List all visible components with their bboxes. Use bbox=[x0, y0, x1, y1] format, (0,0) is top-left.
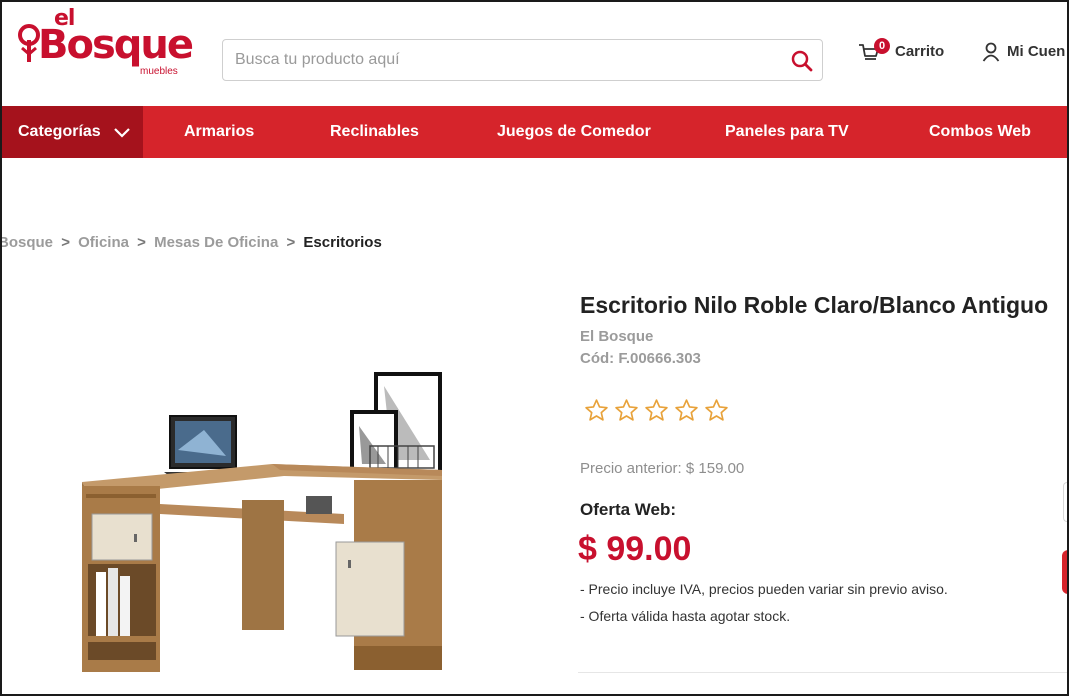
section-divider bbox=[578, 672, 1067, 673]
cart-count-badge: 0 bbox=[874, 38, 890, 54]
star-outline-icon[interactable] bbox=[584, 398, 609, 423]
product-brand[interactable]: El Bosque bbox=[580, 328, 653, 345]
breadcrumb-separator: > bbox=[137, 234, 146, 251]
previous-price: Precio anterior: $ 159.00 bbox=[580, 460, 745, 477]
nav-item-combos-web[interactable]: Combos Web bbox=[929, 123, 1031, 141]
star-outline-icon[interactable] bbox=[704, 398, 729, 423]
rating-stars[interactable] bbox=[584, 398, 729, 423]
star-outline-icon[interactable] bbox=[674, 398, 699, 423]
categories-menu-button[interactable]: Categorías bbox=[2, 106, 143, 158]
offer-label: Oferta Web: bbox=[580, 500, 677, 519]
breadcrumb-item[interactable]: Oficina bbox=[78, 234, 129, 251]
price-note-iva: - Precio incluye IVA, precios pueden var… bbox=[580, 581, 948, 597]
logo-sub-text: muebles bbox=[140, 66, 178, 77]
nav-item-armarios[interactable]: Armarios bbox=[184, 123, 254, 141]
main-nav: Categorías Armarios Reclinables Juegos d… bbox=[2, 106, 1067, 158]
star-outline-icon[interactable] bbox=[614, 398, 639, 423]
categories-label: Categorías bbox=[18, 123, 101, 140]
product-title: Escritorio Nilo Roble Claro/Blanco Antig… bbox=[580, 292, 1049, 318]
product-image[interactable] bbox=[74, 364, 454, 680]
nav-item-reclinables[interactable]: Reclinables bbox=[330, 123, 419, 141]
offer-price: $ 99.00 bbox=[578, 530, 692, 568]
star-outline-icon[interactable] bbox=[644, 398, 669, 423]
site-header: el Bosque muebles 0 Carrito Mi Cuen bbox=[2, 2, 1067, 106]
breadcrumb-separator: > bbox=[61, 234, 70, 251]
breadcrumb-current: Escritorios bbox=[303, 234, 382, 251]
search-icon[interactable] bbox=[790, 49, 814, 73]
chevron-down-icon bbox=[114, 128, 130, 138]
nav-item-juegos-de-comedor[interactable]: Juegos de Comedor bbox=[497, 123, 651, 141]
price-note-stock: - Oferta válida hasta agotar stock. bbox=[580, 608, 791, 624]
search-input[interactable] bbox=[235, 40, 775, 80]
side-widget-tab[interactable] bbox=[1063, 482, 1067, 522]
search-bar bbox=[222, 39, 823, 81]
product-code: Cód: F.00666.303 bbox=[580, 350, 701, 367]
side-action-button[interactable] bbox=[1062, 550, 1067, 594]
user-icon[interactable] bbox=[982, 42, 1000, 62]
nav-item-paneles-para-tv[interactable]: Paneles para TV bbox=[725, 123, 849, 141]
breadcrumb-separator: > bbox=[286, 234, 296, 251]
logo-main-text: Bosque bbox=[38, 22, 194, 68]
breadcrumb-item[interactable]: Mesas De Oficina bbox=[154, 234, 278, 251]
breadcrumb-item[interactable]: Bosque bbox=[2, 234, 53, 251]
breadcrumb: Bosque > Oficina > Mesas De Oficina > Es… bbox=[2, 234, 382, 251]
account-label[interactable]: Mi Cuen bbox=[1007, 43, 1065, 60]
cart-label[interactable]: Carrito bbox=[895, 43, 944, 60]
page-frame: el Bosque muebles 0 Carrito Mi Cuen bbox=[0, 0, 1069, 696]
site-logo[interactable]: el Bosque muebles bbox=[16, 6, 206, 78]
